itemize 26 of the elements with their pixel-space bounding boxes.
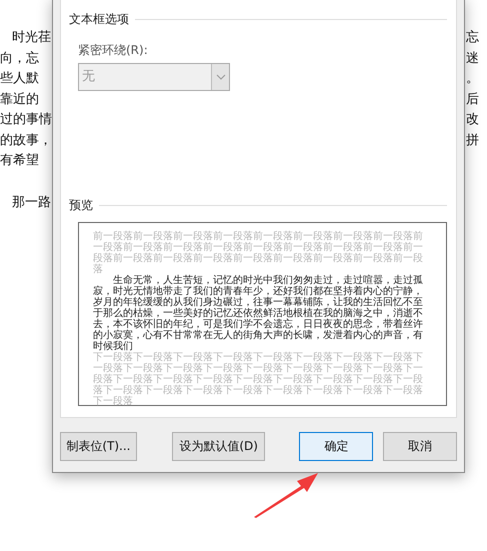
field-label: 紧密环绕(R):: [78, 42, 149, 59]
dialog-button[interactable]: 设为默认值(D): [172, 432, 266, 461]
preview-text: 前一段落前一段落前一段落前一段落前一段落前一段落前一段落前一段落前一段落前一段落前一段落前一段落前一段落前一段落前一段落前一段落前一段落前一段落前一段落前一段落前一段落前一段落前一段落前一段落前一段落: [93, 231, 424, 275]
document-text: 迷: [466, 50, 479, 68]
section-title: 文本框选项: [69, 11, 129, 28]
document-text: 向，忘: [0, 50, 40, 68]
document-text: 拼: [466, 132, 479, 150]
document-text: 过的事情: [0, 111, 52, 129]
preview-text: 下一段落下一段落下一段落下一段落下一段落下一段落下一段落下一段落下一段落下一段落下一段落下一段落下一段落下一段落下一段落下一段落下一段落下一段落下一段落下一段落下一段落下一段落下一段落下一段落下一段落下一段落下一段落下一段落下一段落下一段落下一段落下一段落下一段落下一段落: [93, 352, 424, 407]
document-text: 些人默: [0, 70, 40, 88]
chevron-down-icon: [216, 74, 226, 80]
document-text: 后: [466, 90, 479, 108]
document-text: 忘: [466, 29, 479, 47]
section-title: 预览: [69, 197, 93, 214]
document-text: 的故事，: [0, 132, 52, 150]
dialog-button[interactable]: 取消: [383, 432, 457, 461]
document-text: 那一路: [11, 194, 52, 212]
dialog-button[interactable]: 制表位(T)...: [60, 432, 137, 461]
dialog-button[interactable]: 确定: [299, 432, 374, 461]
document-text: 时光荏: [11, 29, 52, 47]
document-text: 有希望: [0, 152, 40, 170]
document-text: 靠近的: [0, 90, 40, 108]
preview-text: 生命无常，人生苦短，记忆的时光中我们匆匆走过，走过喧嚣，走过孤寂，时光无情地带走了我们的青春年少，还好我们都在坚持着内心的宁静，岁月的年轮缓缓的从我们身边碾过，往事一幕幕铺陈，让我的生活回忆不至于那么的枯燥，一些美好的记忆还依然鲜活地根植在我的脑海之中，消逝不去，本不该怀旧的年纪，可是我们学不会遗忘，日日夜夜的思念，带着丝许的小寂寞，心有不甘常常在无人的街角大声的长啸，发泄着内心的声音，有时候我们: [93, 275, 424, 352]
document-text: 。: [466, 70, 479, 88]
document-text: 改: [466, 111, 479, 129]
arrow-icon: [253, 472, 319, 518]
